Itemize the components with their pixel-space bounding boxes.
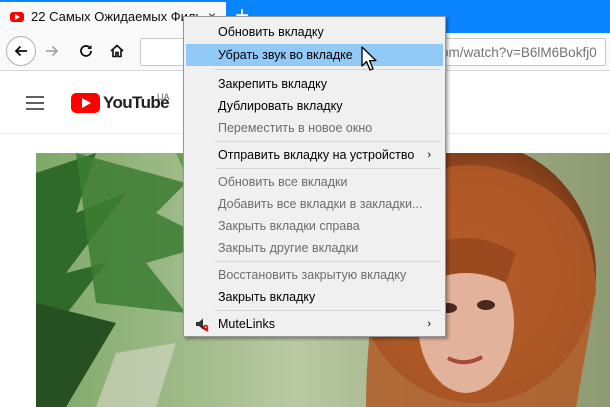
youtube-play-icon <box>71 93 100 113</box>
menu-item-undo-close-tab: Восстановить закрытую вкладку <box>218 268 407 282</box>
menu-separator <box>215 168 441 169</box>
menu-item-label: MuteLinks <box>218 317 275 331</box>
menu-separator <box>215 310 441 311</box>
tab-active-indicator <box>0 0 226 2</box>
menu-item-duplicate-tab[interactable]: Дублировать вкладку <box>186 95 443 117</box>
url-text: om/watch?v=B6lM6Bokfj0 <box>441 45 597 60</box>
menu-item-label: Отправить вкладку на устройство <box>218 148 415 162</box>
tab-context-menu: Обновить вкладку Убрать звук во вкладке … <box>183 16 446 337</box>
home-icon <box>110 44 124 58</box>
reload-icon <box>80 45 92 57</box>
forward-button[interactable] <box>42 41 62 61</box>
mutelinks-speaker-icon <box>196 318 209 332</box>
menu-separator <box>215 69 441 70</box>
menu-item-close-other-tabs: Закрыть другие вкладки <box>218 241 359 255</box>
reload-button[interactable] <box>76 41 96 61</box>
back-button[interactable] <box>6 36 36 66</box>
youtube-favicon-icon <box>10 11 24 22</box>
hamburger-menu-icon[interactable] <box>26 96 44 110</box>
menu-item-pin-tab[interactable]: Закрепить вкладку <box>186 73 443 95</box>
menu-item-close-tab[interactable]: Закрыть вкладку <box>186 286 443 308</box>
menu-separator <box>215 261 441 262</box>
menu-item-mutelinks[interactable]: MuteLinks › <box>186 313 443 335</box>
menu-item-reload-all-tabs: Обновить все вкладки <box>218 175 348 189</box>
menu-item-close-tabs-right: Закрыть вкладки справа <box>218 219 360 233</box>
youtube-logo[interactable]: YouTube <box>71 93 170 113</box>
mouse-cursor-icon <box>361 46 377 71</box>
tab-title: 22 Самых Ожидаемых Фильм <box>31 9 201 24</box>
menu-item-mute-tab[interactable]: Убрать звук во вкладке <box>186 44 443 66</box>
menu-item-reload-tab[interactable]: Обновить вкладку <box>186 21 443 43</box>
menu-item-move-to-new-window: Переместить в новое окно <box>218 121 373 135</box>
forward-arrow-icon <box>46 45 59 57</box>
menu-item-bookmark-all-tabs: Добавить все вкладки в закладки... <box>218 197 423 211</box>
home-button[interactable] <box>107 41 127 61</box>
submenu-arrow-icon: › <box>427 318 431 330</box>
menu-separator <box>215 141 441 142</box>
back-arrow-icon <box>14 45 27 57</box>
submenu-arrow-icon: › <box>427 149 431 161</box>
menu-item-send-tab-to-device[interactable]: Отправить вкладку на устройство › <box>186 144 443 166</box>
region-label: UA <box>157 92 170 102</box>
